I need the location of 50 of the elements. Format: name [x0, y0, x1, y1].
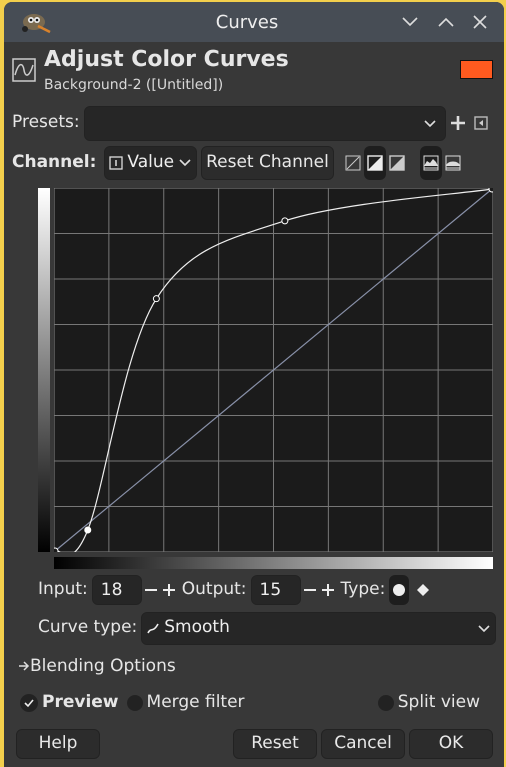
close-button[interactable] — [472, 14, 488, 30]
chevron-down-icon — [477, 622, 491, 634]
menu-icon[interactable] — [474, 116, 488, 130]
curve-mode-icon — [344, 154, 361, 171]
minimize-button[interactable] — [400, 15, 420, 29]
window-title: Curves — [214, 10, 280, 34]
maximize-button[interactable] — [436, 15, 456, 29]
dialog-button[interactable]: OK — [409, 728, 493, 759]
channel-label: Channel: — [12, 150, 96, 174]
histogram-icon — [444, 154, 461, 171]
channel-icon — [109, 156, 124, 170]
add-icon[interactable] — [450, 115, 466, 132]
dialog-subtitle: Background-2 ([Untitled]) — [44, 76, 224, 95]
output-label: Output: — [182, 578, 247, 601]
histogram-scale-button[interactable] — [420, 146, 442, 180]
curve-mode-icon — [388, 154, 405, 171]
minus-icon — [144, 588, 158, 591]
dialog-title: Adjust Color Curves — [44, 46, 290, 74]
output-field[interactable]: 15 — [250, 574, 301, 605]
color-swatch — [460, 60, 493, 79]
channel-dropdown[interactable]: Value — [104, 146, 198, 180]
chevron-down-icon — [423, 118, 437, 129]
presets-label: Presets: — [12, 111, 80, 134]
curve-mode-icon — [366, 154, 383, 171]
diamond-icon — [416, 582, 430, 597]
toggle-option[interactable]: Split view — [378, 690, 480, 716]
curve-type-label: Curve type: — [38, 616, 138, 640]
type-label: Type: — [340, 578, 386, 601]
curve-type-dropdown[interactable]: Smooth — [141, 612, 496, 645]
reset-channel-button[interactable]: Reset Channel — [201, 146, 334, 180]
plus-icon — [162, 582, 176, 597]
input-field[interactable]: 18 — [92, 574, 142, 605]
toggle-option[interactable]: Merge filter — [126, 690, 245, 716]
chevron-down-icon — [178, 157, 192, 168]
histogram-icon — [422, 154, 439, 171]
preview-checkbox[interactable]: Preview — [20, 690, 119, 716]
smooth-curve-icon — [146, 621, 160, 636]
dialog-button[interactable]: Help — [16, 728, 100, 759]
plus-icon — [320, 582, 335, 597]
input-label: Input: — [38, 578, 88, 601]
minus-icon — [302, 588, 317, 591]
dialog-button[interactable]: Reset — [233, 728, 317, 759]
curve-icon — [12, 58, 36, 82]
curve-editor-drawing[interactable] — [54, 188, 493, 552]
curve-mode-button[interactable] — [364, 146, 386, 180]
dialog-button[interactable]: Cancel — [321, 728, 405, 759]
expander-button[interactable]: Blending Options — [18, 654, 176, 680]
point-type-button[interactable] — [389, 574, 410, 605]
check-icon — [24, 698, 34, 708]
circle-icon — [392, 582, 406, 597]
